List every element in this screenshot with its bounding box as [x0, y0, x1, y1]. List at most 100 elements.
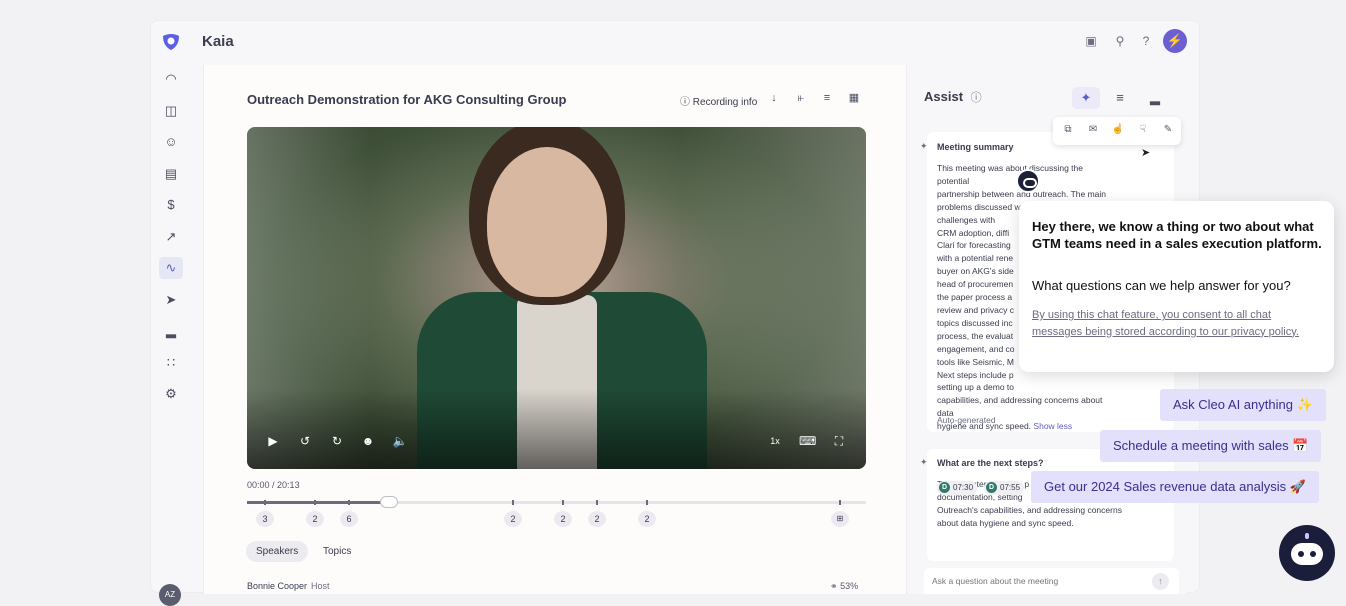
- video-player[interactable]: ▶ ↺ ↻ ☻ 🔈 1x ⌨ ⛶: [247, 127, 866, 469]
- rewind-icon[interactable]: ↺: [297, 433, 313, 449]
- assist-title-text: Assist: [924, 89, 964, 104]
- email-icon[interactable]: ✉: [1086, 123, 1100, 137]
- volume-icon[interactable]: 🔈: [392, 433, 408, 449]
- dollar-icon[interactable]: $: [159, 194, 183, 216]
- timeline-tick: [348, 500, 350, 505]
- time-display: 00:00 / 20:13: [247, 480, 300, 490]
- conversation-icon[interactable]: ∿: [159, 257, 183, 279]
- activity-icon[interactable]: ◠: [159, 68, 183, 90]
- progress-track[interactable]: [247, 501, 866, 504]
- bar-chart-icon[interactable]: ▂: [159, 320, 183, 342]
- bot-eye: [1298, 551, 1304, 557]
- comment-bubble[interactable]: 2: [306, 511, 324, 527]
- sparkle-icon: ✦: [920, 141, 928, 151]
- building-icon[interactable]: ▦: [847, 91, 861, 105]
- share-icon[interactable]: ⫦: [794, 91, 808, 105]
- video-controls-shade: [247, 389, 866, 469]
- chatbot-launcher[interactable]: [1279, 525, 1335, 581]
- comment-bubble[interactable]: 2: [554, 511, 572, 527]
- mouse-cursor-icon: ➤: [1141, 147, 1151, 159]
- fullscreen-icon[interactable]: ⛶: [831, 433, 847, 449]
- copy-icon[interactable]: ⧉: [1061, 123, 1075, 137]
- next-steps-line: Outreach's capabilities, and addressing …: [937, 504, 1122, 515]
- timestamp-avatar: D: [986, 482, 997, 494]
- add-comment-icon[interactable]: ⊞: [831, 511, 849, 527]
- bot-eye: [1310, 551, 1316, 557]
- layout-icon[interactable]: ◫: [159, 100, 183, 122]
- help-icon[interactable]: ?: [1138, 33, 1154, 49]
- speed-control[interactable]: 1x: [767, 433, 783, 449]
- top-bar: Kaia ▣ ⚲ ? ⚡: [151, 21, 1199, 63]
- comment-bubble[interactable]: 2: [504, 511, 522, 527]
- chat-popup: Hey there, we know a thing or two about …: [1019, 201, 1334, 372]
- search-icon[interactable]: ⚲: [1112, 33, 1128, 49]
- comment-bubble[interactable]: 3: [256, 511, 274, 527]
- speaker-filter-icon[interactable]: ☻: [360, 433, 376, 449]
- download-icon[interactable]: ↓: [767, 91, 781, 105]
- timestamp-chip[interactable]: D 07:55: [984, 481, 1025, 495]
- speaker-role: Host: [311, 581, 330, 591]
- video-person-head: [487, 147, 607, 297]
- timestamp-chip[interactable]: D 07:30: [937, 481, 978, 495]
- next-steps-title: What are the next steps?: [937, 458, 1044, 468]
- suggestion-schedule-meeting[interactable]: Schedule a meeting with sales 📅: [1100, 430, 1322, 462]
- meeting-panel: Outreach Demonstration for AKG Consultin…: [203, 65, 907, 594]
- comment-bubble[interactable]: 6: [340, 511, 358, 527]
- timeline-tick: [264, 500, 266, 505]
- summary-title: Meeting summary: [937, 142, 1014, 152]
- sparkle-icon: ✦: [920, 457, 928, 467]
- briefcase-icon[interactable]: ▤: [159, 163, 183, 185]
- app-logo-icon: [163, 34, 179, 50]
- time-total: 20:13: [277, 480, 300, 490]
- ask-question-input[interactable]: [932, 574, 1132, 588]
- chat-consent-link[interactable]: By using this chat feature, you consent …: [1032, 307, 1317, 340]
- settings-icon[interactable]: ⚙: [159, 383, 183, 405]
- suggestion-ask-cleo[interactable]: Ask Cleo AI anything ✨: [1160, 389, 1326, 421]
- filter-icon[interactable]: ≡: [1106, 87, 1134, 109]
- speaker-name: Bonnie Cooper: [247, 581, 308, 591]
- next-steps-card: ✦ What are the next steps? The next step…: [920, 449, 1174, 561]
- assist-title: Assist ⓘ: [924, 89, 982, 105]
- progress-handle[interactable]: [380, 496, 398, 508]
- comment-bubble[interactable]: 2: [588, 511, 606, 527]
- play-icon[interactable]: ▶: [265, 433, 281, 449]
- tab-topics[interactable]: Topics: [313, 541, 361, 562]
- suggestion-revenue-analysis[interactable]: Get our 2024 Sales revenue data analysis…: [1031, 471, 1319, 503]
- notes-icon[interactable]: ▣: [1083, 33, 1099, 49]
- chat-question: What questions can we help answer for yo…: [1032, 278, 1291, 293]
- forward-icon[interactable]: ↻: [329, 433, 345, 449]
- tab-speakers[interactable]: Speakers: [246, 541, 309, 562]
- info-icon[interactable]: ⓘ: [971, 92, 982, 104]
- user-avatar[interactable]: AZ: [159, 584, 181, 606]
- timeline-tick: [512, 500, 514, 505]
- comment-bubble[interactable]: 2: [638, 511, 656, 527]
- headphones-icon: ⚭: [830, 581, 838, 591]
- chat-headline: Hey there, we know a thing or two about …: [1032, 219, 1322, 251]
- keyboard-icon[interactable]: ⌨: [799, 433, 816, 449]
- timeline-tick: [562, 500, 564, 505]
- send-icon[interactable]: ➤: [159, 289, 183, 311]
- edit-icon[interactable]: ✎: [1161, 123, 1175, 137]
- stats-icon[interactable]: ▂: [1141, 87, 1169, 109]
- users-icon[interactable]: ☺: [159, 131, 183, 153]
- thumbs-down-icon[interactable]: ☟: [1136, 123, 1150, 137]
- timeline-tick: [839, 500, 841, 505]
- bot-antenna: [1305, 533, 1309, 539]
- ai-sparkle-icon[interactable]: ✦: [1072, 87, 1100, 109]
- speaker-row[interactable]: Bonnie Cooper Host: [247, 581, 330, 591]
- thumbs-up-icon[interactable]: ☝: [1111, 123, 1125, 137]
- show-less-link[interactable]: Show less: [1033, 421, 1072, 431]
- bolt-icon[interactable]: ⚡: [1163, 29, 1187, 53]
- summary-line: setting up a demo to: [937, 382, 1015, 393]
- add-to-playlist-icon[interactable]: ≡: [820, 91, 834, 105]
- auto-generated-label: Auto-generated: [937, 415, 996, 425]
- app-name: Kaia: [202, 33, 234, 50]
- recording-info-button[interactable]: ⓘ Recording info: [680, 93, 757, 108]
- chat-agent-avatar: [1016, 169, 1040, 193]
- trend-icon[interactable]: ↗: [159, 226, 183, 248]
- apps-icon[interactable]: ∷: [159, 352, 183, 374]
- recording-info-label: Recording info: [692, 97, 758, 108]
- send-arrow-icon[interactable]: ↑: [1152, 573, 1169, 590]
- timeline-tick: [646, 500, 648, 505]
- summary-actions-toolbar: ⧉ ✉ ☝ ☟ ✎: [1053, 117, 1181, 145]
